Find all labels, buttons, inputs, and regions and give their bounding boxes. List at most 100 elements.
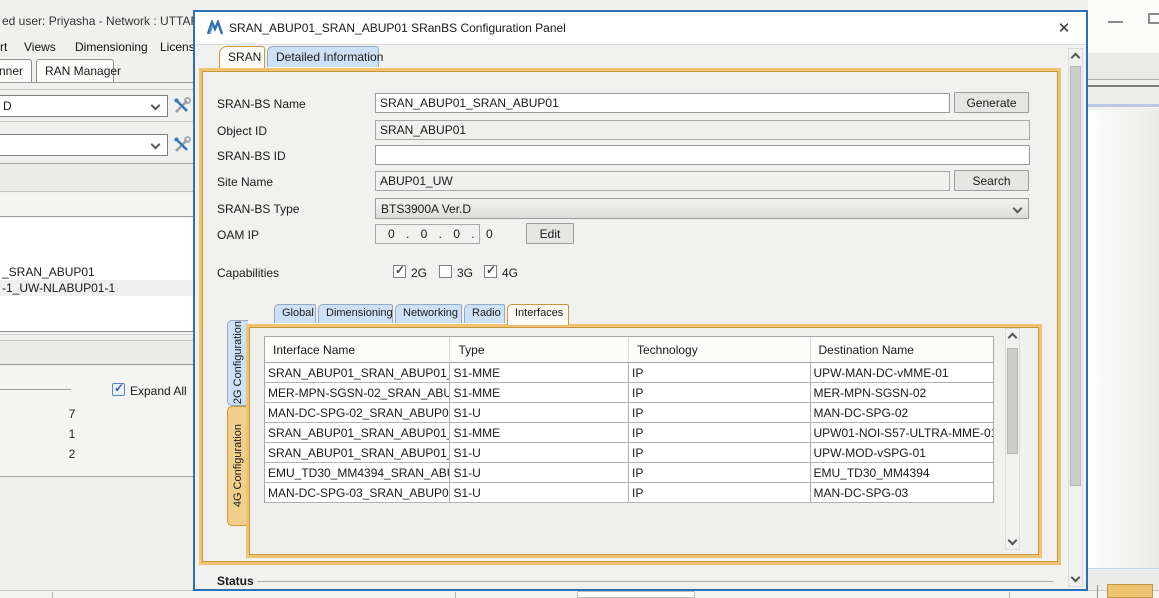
column-header-type[interactable]: Type bbox=[450, 337, 629, 362]
divider bbox=[1097, 585, 1098, 598]
table-row[interactable]: SRAN_ABUP01_SRAN_ABUP01_UP... S1-MME IP … bbox=[265, 363, 993, 383]
status-group-label: Status bbox=[217, 574, 254, 588]
capability-2g-label: 2G bbox=[393, 266, 427, 280]
menu-item-dimensioning[interactable]: Dimensioning bbox=[75, 40, 148, 54]
content-panel-right bbox=[1088, 110, 1159, 568]
divider bbox=[1009, 592, 1010, 598]
field-label: Site Name bbox=[217, 175, 273, 189]
divider bbox=[52, 592, 53, 598]
filter-settings-button[interactable] bbox=[172, 96, 192, 116]
minimize-button[interactable] bbox=[1108, 21, 1123, 23]
table-row[interactable]: MAN-DC-SPG-03_SRAN_ABUP01_S... S1-U IP M… bbox=[265, 483, 993, 503]
scroll-up-button[interactable] bbox=[1006, 331, 1019, 344]
tab-ran-manager[interactable]: RAN Manager bbox=[36, 59, 114, 82]
table-header-row: Interface Name Type Technology Destinati… bbox=[265, 337, 993, 363]
tab-networking[interactable]: Networking bbox=[395, 304, 462, 323]
table-row[interactable]: SRAN_ABUP01_SRAN_ABUP01_UP... S1-MME IP … bbox=[265, 423, 993, 443]
statusbar-highlight bbox=[1107, 584, 1153, 598]
tab-sran[interactable]: SRAN bbox=[219, 46, 265, 68]
column-header-destination-name[interactable]: Destination Name bbox=[811, 337, 994, 362]
sranbs-configuration-dialog: SRAN_ABUP01_SRAN_ABUP01 SRanBS Configura… bbox=[193, 10, 1088, 591]
toolbar-band bbox=[0, 164, 193, 192]
close-icon[interactable]: ✕ bbox=[1054, 19, 1074, 39]
oam-ip-field: 0 . 0 . 0 . 0 bbox=[375, 224, 480, 244]
capabilities-label: Capabilities bbox=[217, 266, 279, 280]
divider bbox=[0, 389, 71, 390]
generate-button[interactable]: Generate bbox=[954, 92, 1029, 113]
app-logo-icon bbox=[206, 20, 224, 36]
wrench-icon bbox=[172, 96, 192, 116]
tree-item[interactable]: _SRAN_ABUP01 bbox=[0, 264, 193, 280]
table-scrollbar[interactable] bbox=[1005, 328, 1020, 550]
toolbar-band bbox=[1088, 89, 1159, 107]
dialog-scrollbar[interactable] bbox=[1068, 48, 1083, 587]
scroll-up-button[interactable] bbox=[1069, 51, 1082, 64]
side-tab-2g-configuration[interactable]: 2G Configuration bbox=[227, 320, 248, 406]
capability-4g-label: 4G bbox=[484, 266, 518, 280]
chevron-down-icon bbox=[151, 101, 161, 111]
count-value: 7 bbox=[62, 407, 82, 421]
maximize-button[interactable] bbox=[1148, 13, 1159, 24]
sran-bs-id-input[interactable] bbox=[375, 145, 1030, 165]
table-row[interactable]: EMU_TD30_MM4394_SRAN_ABUP... S1-U IP EMU… bbox=[265, 463, 993, 483]
toolbar-band bbox=[0, 340, 193, 365]
dialog-titlebar[interactable]: SRAN_ABUP01_SRAN_ABUP01 SRanBS Configura… bbox=[195, 12, 1086, 45]
table-row[interactable]: MAN-DC-SPG-02_SRAN_ABUP01_S... S1-U IP M… bbox=[265, 403, 993, 423]
tree-item-selected[interactable]: -1_UW-NLABUP01-1 bbox=[0, 280, 193, 296]
toolbar-band bbox=[0, 193, 193, 217]
interfaces-table: Interface Name Type Technology Destinati… bbox=[264, 336, 994, 503]
divider bbox=[455, 592, 456, 598]
tab-global[interactable]: Global bbox=[274, 304, 316, 323]
side-tab-4g-configuration[interactable]: 4G Configuration bbox=[227, 406, 248, 526]
object-filter-combobox[interactable]: D bbox=[0, 95, 168, 117]
sran-bs-name-input[interactable]: SRAN_ABUP01_SRAN_ABUP01 bbox=[375, 93, 950, 113]
field-label: SRAN-BS ID bbox=[217, 149, 286, 163]
background-titlebar-right bbox=[1088, 0, 1159, 53]
menu-item-views[interactable]: Views bbox=[24, 40, 56, 54]
search-button[interactable]: Search bbox=[954, 170, 1029, 191]
wrench-icon bbox=[172, 135, 192, 155]
site-name-field[interactable]: ABUP01_UW bbox=[375, 171, 950, 191]
edit-button[interactable]: Edit bbox=[526, 223, 574, 244]
sran-bs-type-dropdown[interactable]: BTS3900A Ver.D bbox=[375, 198, 1029, 219]
tab-detailed-information[interactable]: Detailed Information bbox=[267, 46, 379, 67]
table-row[interactable]: MER-MPN-SGSN-02_SRAN_ABUP0... S1-MME IP … bbox=[265, 383, 993, 403]
column-header-interface-name[interactable]: Interface Name bbox=[265, 337, 450, 362]
divider bbox=[0, 121, 193, 122]
tab-radio[interactable]: Radio bbox=[464, 304, 505, 323]
divider bbox=[0, 82, 193, 83]
divider bbox=[0, 334, 193, 335]
tab-interfaces[interactable]: Interfaces bbox=[507, 304, 569, 325]
tab-planner[interactable]: lanner bbox=[0, 59, 32, 82]
screen: ed user: Priyasha - Network : UTTAR_ rt … bbox=[0, 0, 1159, 598]
column-header-technology[interactable]: Technology bbox=[629, 337, 811, 362]
chevron-down-icon bbox=[1013, 204, 1023, 214]
summary-panel bbox=[0, 366, 193, 477]
expand-all-checkbox[interactable]: ✓ bbox=[112, 383, 125, 396]
scroll-down-button[interactable] bbox=[1069, 571, 1082, 584]
object-id-field: SRAN_ABUP01 bbox=[375, 120, 1030, 140]
divider bbox=[1088, 568, 1159, 569]
secondary-filter-combobox[interactable] bbox=[0, 134, 168, 156]
dialog-tab-row: SRAN Detailed Information bbox=[195, 46, 1065, 69]
count-value: 1 bbox=[62, 427, 82, 441]
count-value: 2 bbox=[62, 447, 82, 461]
tab-dimensioning[interactable]: Dimensioning bbox=[318, 304, 393, 323]
secondary-settings-button[interactable] bbox=[172, 135, 192, 155]
chevron-down-icon bbox=[151, 140, 161, 150]
divider bbox=[0, 331, 193, 332]
scrollbar-thumb[interactable] bbox=[1007, 348, 1018, 454]
menu-item-rt[interactable]: rt bbox=[0, 40, 7, 54]
interfaces-tab-content: Interface Name Type Technology Destinati… bbox=[246, 324, 1042, 558]
expand-all-label: Expand All bbox=[130, 384, 187, 398]
check-icon: ✓ bbox=[114, 381, 124, 395]
statusbar-field bbox=[577, 591, 695, 598]
capability-3g-label: 3G bbox=[439, 266, 473, 280]
scroll-down-button[interactable] bbox=[1006, 534, 1019, 547]
dialog-title: SRAN_ABUP01_SRAN_ABUP01 SRanBS Configura… bbox=[229, 21, 566, 35]
scrollbar-thumb[interactable] bbox=[1070, 66, 1081, 486]
configuration-sub-panel: 2G Configuration 4G Configuration Global… bbox=[246, 304, 1042, 558]
table-row[interactable]: SRAN_ABUP01_SRAN_ABUP01_UP... S1-U IP UP… bbox=[265, 443, 993, 463]
background-window-title: ed user: Priyasha - Network : UTTAR_ bbox=[2, 14, 206, 28]
field-label: OAM IP bbox=[217, 228, 259, 242]
